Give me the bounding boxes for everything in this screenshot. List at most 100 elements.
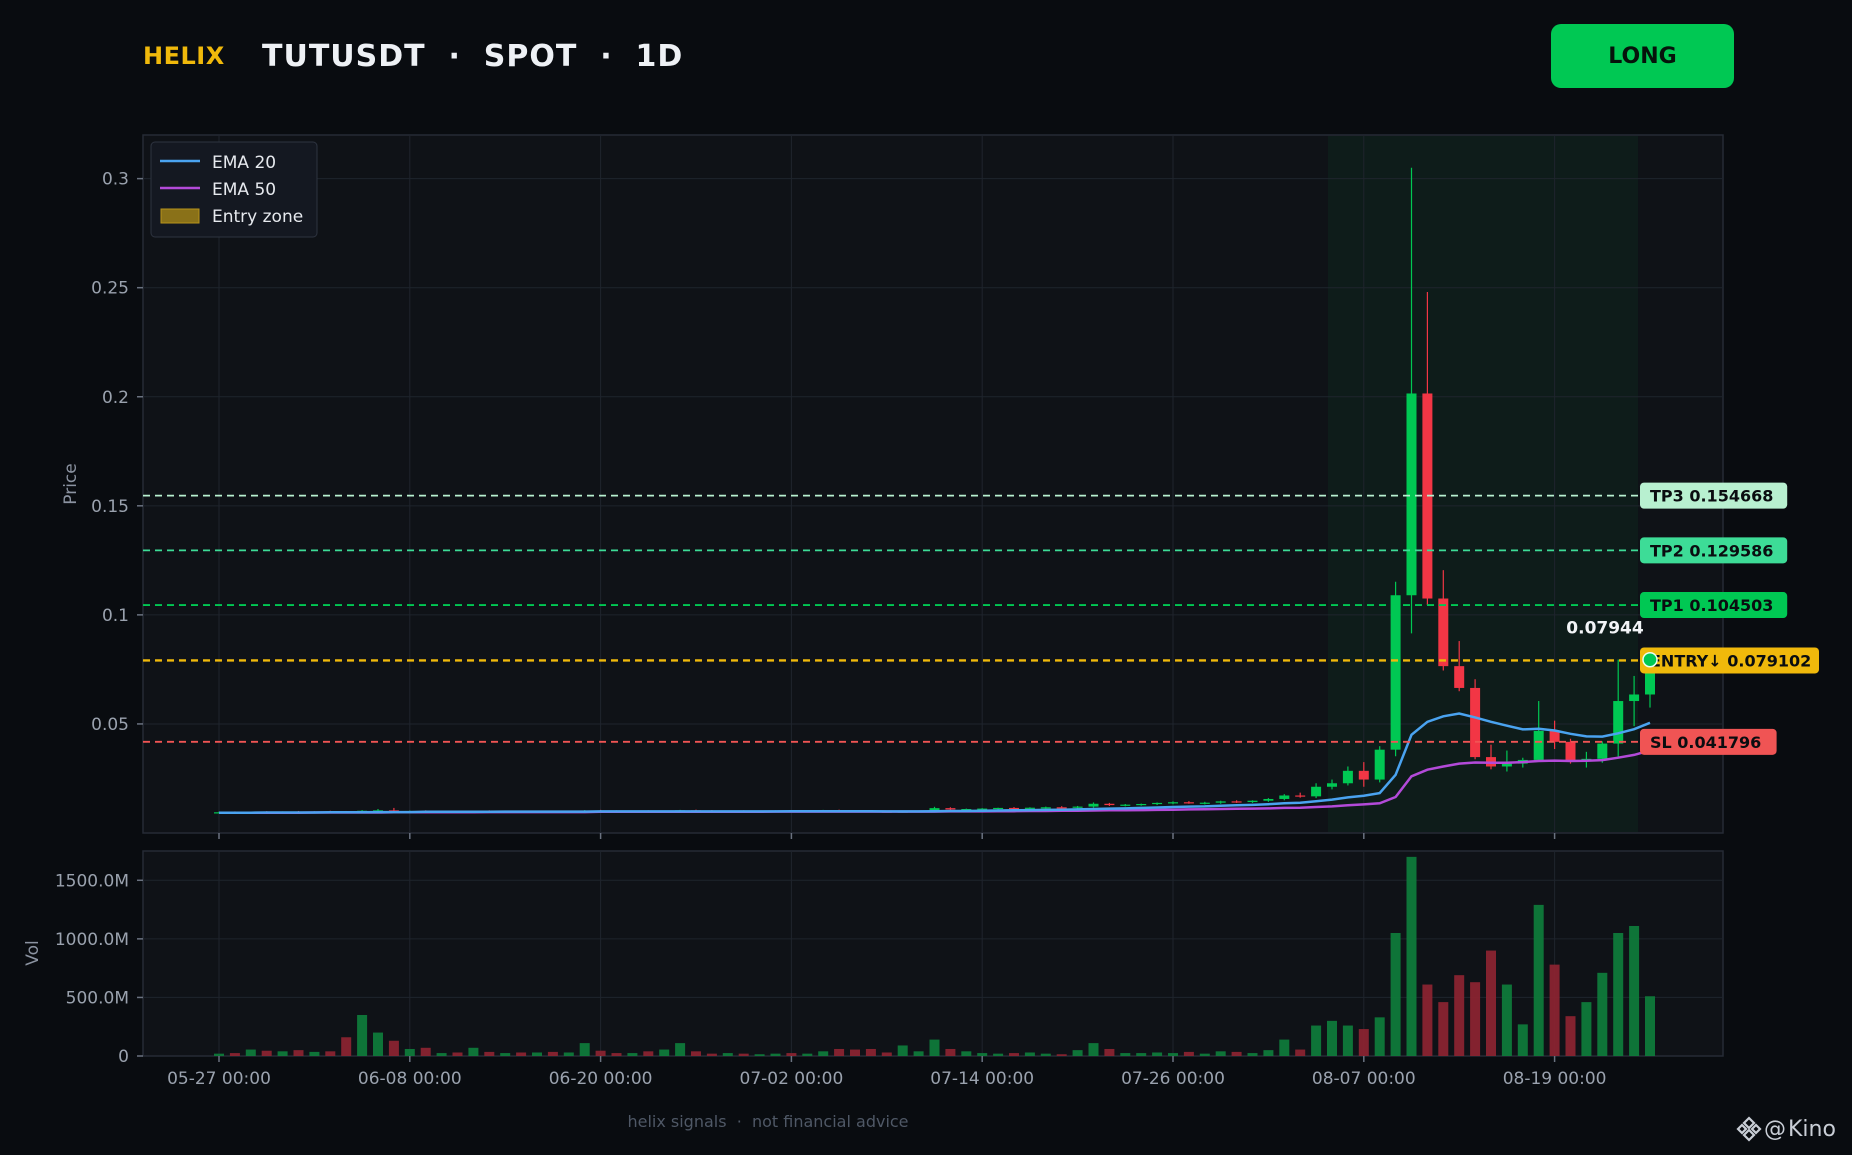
- candle-body: [1501, 763, 1512, 767]
- candle-body: [1072, 806, 1083, 808]
- volume-bar: [1629, 925, 1640, 1056]
- volume-bar: [1533, 904, 1544, 1056]
- volume-bar: [1136, 1053, 1147, 1056]
- volume-bar: [770, 1053, 781, 1056]
- volume-bar: [277, 1051, 288, 1056]
- candle-body: [1629, 694, 1640, 702]
- volume-bar: [436, 1053, 447, 1056]
- volume-tick-label: 0: [118, 1047, 129, 1067]
- candle-body: [1056, 807, 1067, 809]
- volume-bar: [547, 1051, 558, 1056]
- volume-bar: [1088, 1043, 1099, 1056]
- x-tick-label: 07-26 00:00: [1121, 1069, 1225, 1089]
- volume-bar: [913, 1051, 924, 1056]
- level-label-tp3: TP3 0.154668: [1650, 487, 1773, 506]
- at-sign-icon: @: [1764, 1116, 1786, 1142]
- volume-bar: [1645, 996, 1655, 1056]
- candle-body: [1549, 730, 1560, 742]
- volume-bar: [532, 1052, 542, 1056]
- volume-bar: [1152, 1052, 1163, 1056]
- volume-bar: [1183, 1051, 1194, 1056]
- volume-bar: [722, 1053, 733, 1056]
- level-label-sl: SL 0.041796: [1650, 733, 1761, 752]
- volume-bar: [1613, 933, 1624, 1056]
- candle-body: [1454, 666, 1465, 688]
- candle-body: [1565, 741, 1576, 762]
- candle-body: [1168, 802, 1178, 804]
- volume-bar: [818, 1051, 829, 1056]
- volume-bar: [1438, 1002, 1449, 1056]
- volume-bar: [1199, 1053, 1210, 1056]
- volume-bar: [706, 1053, 717, 1056]
- candle-body: [1311, 786, 1322, 797]
- candle-body: [993, 807, 1004, 810]
- volume-bar: [1263, 1050, 1274, 1056]
- x-tick-label: 08-07 00:00: [1312, 1069, 1416, 1089]
- candle-body: [1470, 687, 1481, 758]
- volume-bar: [1501, 984, 1512, 1056]
- volume-bar: [802, 1053, 813, 1056]
- volume-bar: [929, 1039, 940, 1056]
- candle-body: [1438, 598, 1449, 667]
- volume-bar: [834, 1048, 845, 1056]
- candle-body: [1342, 770, 1353, 784]
- volume-bar: [977, 1053, 988, 1056]
- volume-bar: [691, 1051, 701, 1056]
- candle-body: [1024, 807, 1035, 809]
- exchange-diamond-logo: [1736, 1116, 1762, 1142]
- candle-body: [1247, 800, 1258, 803]
- volume-bar: [659, 1049, 670, 1056]
- volume-bar: [1422, 984, 1433, 1056]
- candle-body: [1120, 804, 1131, 806]
- x-tick-label: 06-20 00:00: [549, 1069, 653, 1089]
- price-tick-label: 0.2: [102, 388, 129, 408]
- volume-bar: [229, 1053, 240, 1056]
- volume-bar: [1454, 975, 1465, 1056]
- volume-bar: [1295, 1049, 1306, 1056]
- legend-ema20-label: EMA 20: [212, 153, 276, 173]
- volume-bar: [961, 1051, 972, 1056]
- level-label-tp2: TP2 0.129586: [1650, 541, 1773, 560]
- volume-bar: [1549, 964, 1560, 1056]
- volume-bar: [993, 1053, 1004, 1056]
- volume-bar: [611, 1053, 622, 1056]
- volume-bar: [579, 1043, 590, 1056]
- volume-bar: [1327, 1020, 1337, 1056]
- candle-body: [1104, 803, 1115, 806]
- volume-bar: [373, 1032, 383, 1056]
- volume-bar: [357, 1015, 368, 1056]
- candle-body: [1263, 798, 1274, 801]
- volume-bar: [627, 1053, 638, 1056]
- volume-bar: [420, 1047, 431, 1056]
- volume-bar: [945, 1048, 956, 1056]
- volume-bar: [1231, 1051, 1242, 1056]
- volume-bar: [595, 1050, 606, 1056]
- volume-bar: [897, 1045, 908, 1056]
- volume-bar: [1486, 950, 1496, 1056]
- price-axis-label: Price: [61, 463, 81, 504]
- volume-bar: [1247, 1053, 1258, 1056]
- candle-body: [1533, 730, 1544, 760]
- volume-bar: [1374, 1017, 1385, 1056]
- candle-body: [945, 808, 956, 810]
- last-price-dot: [1642, 651, 1658, 668]
- volume-bar: [404, 1048, 415, 1056]
- legend-entry-zone-label: Entry zone: [212, 207, 303, 227]
- volume-bar: [1565, 1016, 1576, 1056]
- candle-body: [1390, 595, 1401, 750]
- volume-bar: [1581, 1002, 1592, 1056]
- candle-body: [1040, 807, 1051, 809]
- candle-body: [1009, 807, 1019, 810]
- volume-bar: [293, 1050, 304, 1056]
- x-tick-label: 05-27 00:00: [167, 1069, 271, 1089]
- chart-canvas[interactable]: 05-27 00:00 06-08 00:00 06-20 00:00 07-02 0…: [0, 0, 1852, 1155]
- volume-bar: [341, 1037, 352, 1056]
- x-tick-label: 07-02 00:00: [740, 1069, 844, 1089]
- x-tick-label: 06-08 00:00: [358, 1069, 462, 1089]
- volume-bar: [1215, 1051, 1226, 1056]
- volume-bar: [500, 1053, 511, 1056]
- candle-body: [1374, 749, 1385, 780]
- price-tick-label: 0.05: [91, 715, 129, 735]
- volume-bar: [738, 1053, 749, 1056]
- volume-bar: [1104, 1048, 1115, 1056]
